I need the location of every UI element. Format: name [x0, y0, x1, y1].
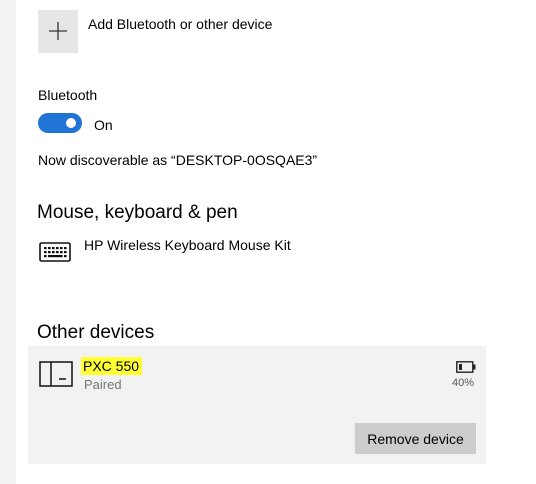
mouse-keyboard-pen-title: Mouse, keyboard & pen — [37, 202, 238, 223]
bluetooth-heading: Bluetooth — [38, 87, 98, 103]
bluetooth-settings-page: Add Bluetooth or other device Bluetooth … — [0, 0, 536, 484]
other-devices-title: Other devices — [37, 322, 155, 343]
device-icon — [39, 361, 73, 387]
pxc-550-device-card[interactable]: PXC 550 Paired 40% Remove device — [28, 346, 486, 464]
battery-percentage: 40% — [452, 377, 475, 389]
device-name: PXC 550 — [81, 357, 143, 375]
device-status: Paired — [84, 377, 122, 392]
add-device-label[interactable]: Add Bluetooth or other device — [88, 16, 272, 32]
keyboard-icon — [39, 242, 71, 262]
bluetooth-toggle-state: On — [94, 117, 113, 133]
bluetooth-toggle[interactable] — [38, 113, 82, 133]
navigation-pane-edge — [0, 0, 16, 484]
battery-icon — [456, 361, 476, 373]
keyboard-device-item[interactable]: HP Wireless Keyboard Mouse Kit — [30, 230, 500, 270]
keyboard-device-name: HP Wireless Keyboard Mouse Kit — [84, 237, 291, 253]
plus-icon — [49, 22, 67, 40]
remove-device-button[interactable]: Remove device — [355, 423, 476, 454]
discoverable-text: Now discoverable as “DESKTOP-0OSQAE3” — [38, 152, 318, 168]
add-device-button[interactable] — [38, 10, 78, 53]
toggle-knob — [66, 118, 76, 128]
